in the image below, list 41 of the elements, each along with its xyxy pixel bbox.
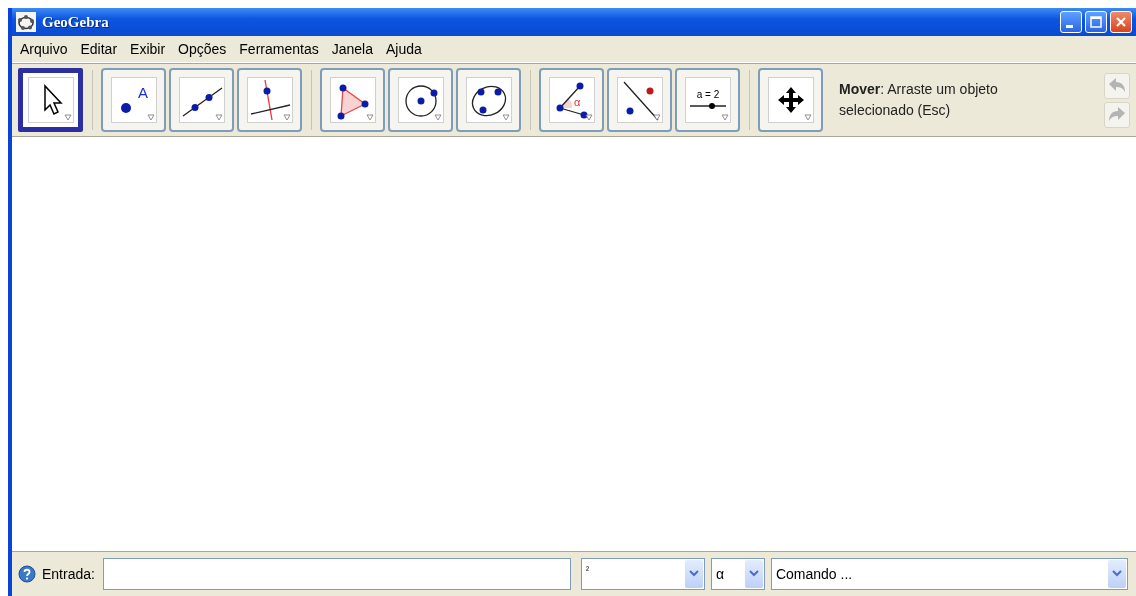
- slider-icon: a = 2: [685, 78, 730, 122]
- tool-button[interactable]: [456, 68, 521, 132]
- tool-button[interactable]: [388, 68, 453, 132]
- help-icon[interactable]: [18, 565, 36, 583]
- minimize-icon: [1065, 24, 1073, 28]
- tool-button[interactable]: [758, 68, 823, 132]
- app-icon: [16, 12, 36, 32]
- symbol-dropdown[interactable]: ²: [580, 558, 705, 590]
- menu-item[interactable]: Opções: [178, 41, 227, 57]
- maximize-icon: [1090, 16, 1102, 28]
- move-arrows-icon: [768, 78, 813, 122]
- maximize-button[interactable]: [1085, 11, 1107, 33]
- window-title: GeoGebra: [42, 13, 109, 31]
- close-icon: [1115, 16, 1127, 28]
- line-through-points-icon: [179, 78, 224, 122]
- tool-button[interactable]: A: [101, 68, 166, 132]
- chevron-down-icon: [1112, 570, 1122, 578]
- tool-button[interactable]: [320, 68, 385, 132]
- menu-item[interactable]: Janela: [331, 41, 373, 57]
- menu-item[interactable]: Editar: [80, 41, 118, 57]
- close-button[interactable]: [1110, 11, 1132, 33]
- input-label: Entrada:: [42, 566, 95, 582]
- menu-item[interactable]: Exibir: [130, 41, 166, 57]
- chevron-down-icon: [748, 570, 759, 578]
- angle-icon: α: [549, 78, 594, 122]
- menu-item[interactable]: Ajuda: [385, 41, 422, 57]
- tool-button[interactable]: a = 2: [675, 68, 740, 132]
- greek-dropdown[interactable]: α: [710, 558, 765, 590]
- tool-button[interactable]: [607, 68, 672, 132]
- menu-item[interactable]: Ferramentas: [239, 41, 319, 57]
- tool-button[interactable]: α: [539, 68, 604, 132]
- tool-help-text: Mover: Arraste um objeto selecionado (Esc): [839, 80, 999, 120]
- command-dropdown[interactable]: Comando ...: [770, 558, 1128, 590]
- chevron-down-icon: [688, 570, 699, 578]
- minimize-button[interactable]: [1060, 11, 1082, 33]
- menu-item[interactable]: Arquivo: [20, 41, 68, 57]
- input-field[interactable]: [102, 558, 571, 590]
- point-icon: A: [111, 78, 156, 122]
- tool-button[interactable]: [18, 68, 83, 132]
- line-and-point-icon: [617, 78, 662, 122]
- tool-button[interactable]: [169, 68, 234, 132]
